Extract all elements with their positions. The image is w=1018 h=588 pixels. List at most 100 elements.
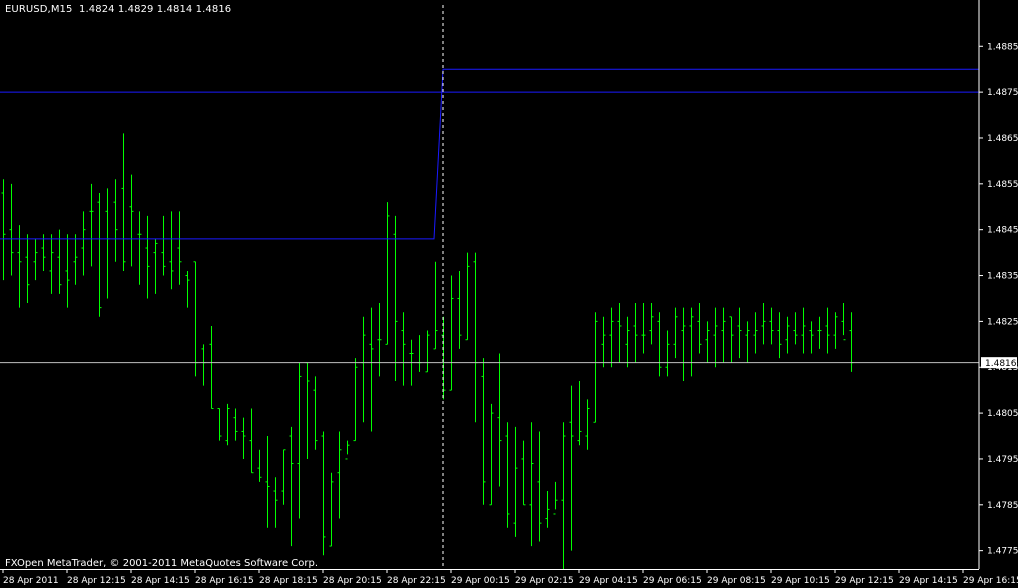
ohlc-bar — [505, 422, 510, 528]
x-tick-label: 28 Apr 20:15 — [323, 576, 382, 586]
ohlc-bar — [329, 472, 334, 547]
ohlc-bar — [609, 307, 614, 368]
x-tick-label: 29 Apr 04:15 — [579, 576, 638, 586]
x-tick-label: 28 Apr 18:15 — [259, 576, 318, 586]
ohlc-bar — [249, 408, 254, 474]
x-tick-label: 28 Apr 22:15 — [387, 576, 446, 586]
ohlc-bar — [129, 174, 134, 267]
ohlc-bar — [425, 330, 430, 373]
chart-window[interactable]: 1.4885 1.4875 1.4865 1.4855 1.4845 1.4835 1.48… — [0, 0, 1018, 588]
ohlc-bar — [313, 376, 318, 450]
ohlc-bars — [1, 133, 854, 569]
ohlc-bar — [257, 449, 262, 482]
ohlc-bar — [649, 303, 654, 345]
ohlc-bar — [681, 307, 686, 381]
ohlc-bar — [537, 431, 542, 542]
ohlc-bar — [241, 417, 246, 459]
ohlc-bar — [289, 426, 294, 547]
ohlc-bar — [601, 316, 606, 368]
ohlc-bar — [369, 307, 374, 432]
ohlc-bar — [481, 358, 486, 505]
ohlc-bar — [393, 215, 398, 381]
ohlc-bar — [545, 491, 550, 528]
ohlc-bar — [65, 234, 70, 308]
ohlc-bar — [113, 179, 118, 262]
ohlc-bar — [529, 422, 534, 547]
x-tick-label: 29 Apr 08:15 — [707, 576, 766, 586]
ohlc-bar — [297, 362, 302, 519]
ohlc-bar — [625, 316, 630, 368]
ohlc-bar — [153, 238, 158, 294]
y-tick-label: 1.4785 — [987, 501, 1018, 511]
ohlc-bar — [577, 381, 582, 446]
ohlc-bar — [193, 261, 198, 377]
ohlc-bar — [777, 312, 782, 359]
ohlc-bar — [737, 307, 742, 359]
current-price-tag: 1.4816 — [981, 357, 1017, 369]
ohlc-bar — [185, 270, 190, 308]
ohlc-bar — [281, 449, 286, 505]
daily-level-line — [0, 68, 979, 240]
ohlc-bar — [169, 211, 174, 290]
ohlc-bar — [585, 399, 590, 450]
ohlc-bar — [457, 270, 462, 349]
y-tick-label: 1.4825 — [987, 317, 1018, 327]
ohlc-bar — [177, 211, 182, 285]
ohlc-bar — [417, 335, 422, 372]
ohlc-bar — [121, 133, 126, 271]
ohlc-bar — [361, 316, 366, 423]
ohlc-bar — [105, 188, 110, 299]
ohlc-bar — [273, 477, 278, 528]
ohlc-bar — [433, 261, 438, 350]
y-tick-label: 1.4835 — [987, 272, 1018, 282]
ohlc-bar — [689, 307, 694, 377]
ohlc-bar — [209, 325, 214, 410]
ohlc-bar — [785, 316, 790, 354]
x-tick-label: 29 Apr 12:15 — [835, 576, 894, 586]
ohlc-bar — [521, 440, 526, 506]
ohlc-bar — [569, 385, 574, 551]
level-lines — [0, 68, 979, 240]
x-tick-label: 28 Apr 12:15 — [67, 576, 126, 586]
ohlc-bar — [641, 303, 646, 354]
y-tick-label: 1.4875 — [987, 88, 1018, 98]
chart-frame — [0, 0, 980, 570]
ohlc-bar — [345, 440, 350, 460]
y-tick-label: 1.4855 — [987, 180, 1018, 190]
x-tick-label: 29 Apr 02:15 — [515, 576, 574, 586]
ohlc-bar — [201, 344, 206, 386]
ohlc-bar — [49, 234, 54, 294]
ohlc-bar — [1, 179, 6, 281]
ohlc-bar — [385, 202, 390, 345]
chart-canvas[interactable]: 1.4885 1.4875 1.4865 1.4855 1.4845 1.4835 1.48… — [0, 0, 1018, 588]
ohlc-bar — [17, 225, 22, 308]
time-axis: 28 Apr 2011 28 Apr 12:15 28 Apr 14:15 28 Ap… — [2, 569, 1018, 586]
ohlc-bar — [761, 303, 766, 345]
ohlc-bar — [657, 312, 662, 377]
ohlc-bar — [305, 362, 310, 459]
ohlc-bar — [97, 193, 102, 317]
ohlc-bar — [721, 307, 726, 363]
ohlc-bar — [825, 307, 830, 354]
ohlc-bar — [233, 408, 238, 441]
y-tick-label: 1.4885 — [987, 42, 1018, 52]
ohlc-bar — [801, 307, 806, 354]
x-tick-label: 28 Apr 2011 — [3, 576, 59, 586]
x-tick-label: 29 Apr 16:15 — [963, 576, 1018, 586]
ohlc-bar — [617, 303, 622, 363]
x-tick-label: 28 Apr 14:15 — [131, 576, 190, 586]
ohlc-bar — [753, 312, 758, 354]
y-tick-label: 1.4795 — [987, 455, 1018, 465]
ohlc-bar — [833, 312, 838, 349]
y-tick-label: 1.4805 — [987, 409, 1018, 419]
ohlc-bar — [145, 215, 150, 299]
ohlc-bar — [465, 252, 470, 341]
ohlc-bar — [593, 312, 598, 423]
ohlc-bar — [729, 316, 734, 363]
symbol-header: EURUSD,M15 1.4824 1.4829 1.4814 1.4816 — [5, 4, 232, 15]
ohlc-bar — [225, 403, 230, 446]
ohlc-bar — [697, 303, 702, 354]
ohlc-bar — [745, 321, 750, 363]
ohlc-bar — [377, 303, 382, 377]
x-tick-label: 29 Apr 00:15 — [451, 576, 510, 586]
